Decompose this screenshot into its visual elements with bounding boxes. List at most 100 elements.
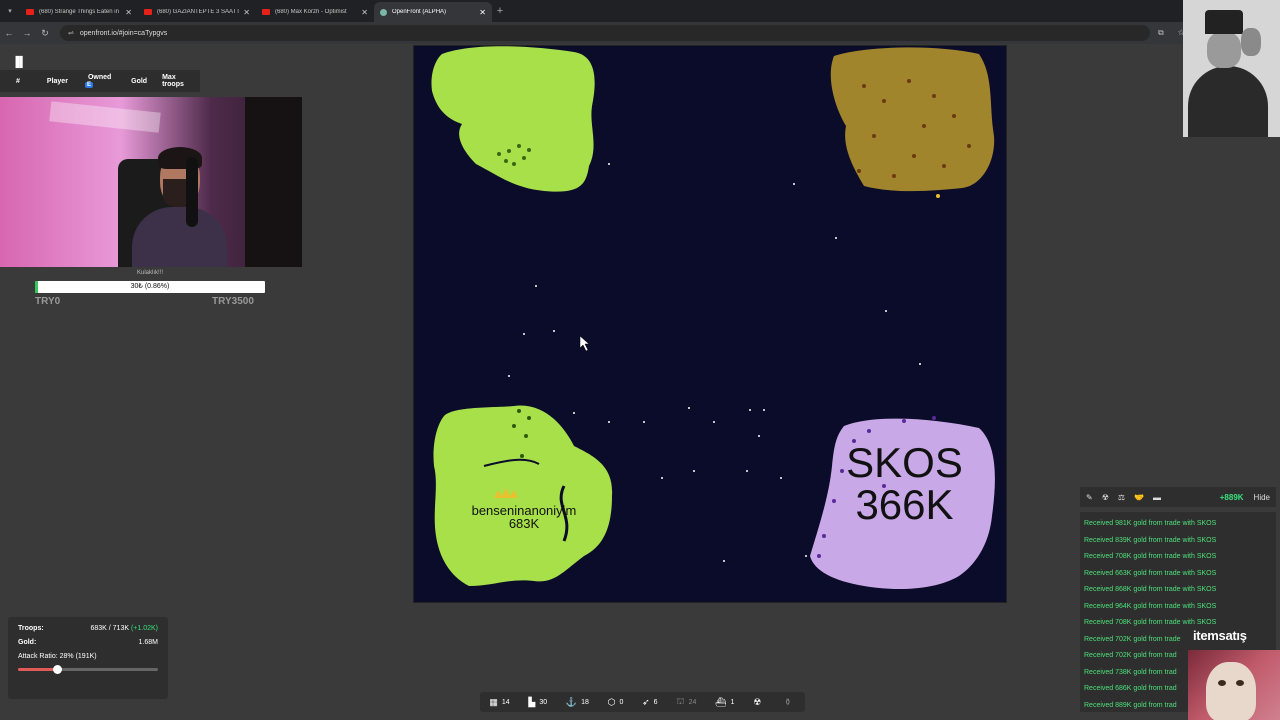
streamer-webcam — [0, 97, 302, 267]
favicon-icon — [262, 9, 270, 15]
alliance-handshake-icon[interactable]: 🤝 — [1134, 493, 1144, 502]
event-message: Received 663K gold from trade with SKOS — [1084, 569, 1217, 577]
close-tab-icon[interactable]: ✕ — [361, 8, 368, 17]
tab-title: OpenFront (ALPHA) — [392, 9, 447, 15]
col-rank[interactable]: # — [0, 78, 25, 85]
leaderboard-toggle-icon[interactable]: ▐▌ — [12, 57, 26, 68]
forward-icon[interactable]: → — [18, 28, 36, 38]
cat-webcam-overlay — [1188, 650, 1280, 720]
col-owned[interactable]: OwnedE — [73, 74, 126, 88]
browser-tab-bar: ▾ (680) Strange Things Eaten in H ✕ (680) … — [0, 0, 1280, 22]
skos-troops-label: 366K — [855, 481, 954, 528]
build-item[interactable]: ▦ 14 — [489, 697, 509, 708]
gold-gain-readout: +889K — [1219, 492, 1244, 502]
sam-icon: ⛫ — [676, 696, 685, 706]
build-count: 30 — [539, 698, 548, 706]
missile-icon: ➶ — [642, 696, 650, 707]
territory-label-player: benseninanoniyim 683K — [434, 504, 614, 530]
build-count: 1 — [730, 698, 735, 706]
build-item[interactable]: ▙ 30 — [528, 697, 547, 708]
tab-title: (680) Max Korzh - Optimist — [275, 9, 347, 15]
event-message: Received 708K gold from trade with SKOS — [1084, 553, 1217, 560]
defense-icon: ⬡ — [607, 696, 616, 707]
tab-title: (680) Strange Things Eaten in H — [39, 9, 122, 15]
events-toolbar: ✎ ☢ ⚖ 🤝 ▬ +889K Hide — [1080, 487, 1276, 507]
build-item[interactable]: ⚓ 18 — [566, 697, 589, 708]
browser-address-bar: ← → ↻ ⇌ openfront.io/#join=caTypgvs ⧉ ☆ — [0, 22, 1280, 44]
build-item[interactable]: ⛴ 1 — [715, 697, 734, 708]
build-count: 6 — [653, 698, 658, 706]
tab-search-icon[interactable]: ▾ — [0, 7, 20, 15]
event-message: Received 868K gold from trade with SKOS — [1084, 586, 1217, 593]
close-tab-icon[interactable]: ✕ — [479, 8, 486, 17]
build-count: 14 — [501, 698, 510, 706]
back-icon[interactable]: ← — [0, 28, 18, 38]
donation-progress-text: 30₺ (0.86%) — [130, 283, 170, 290]
donation-min-label: TRY0 — [35, 296, 61, 307]
browser-tab[interactable]: (680) Max Korzh - Optimist ✕ — [256, 2, 374, 22]
factory-icon: ▙ — [528, 696, 536, 707]
game-map[interactable]: benseninanoniyim 683K SKOS 366K — [413, 45, 1007, 603]
site-info-icon[interactable]: ⇌ — [68, 29, 74, 37]
event-message: Received 981K gold from trade with SKOS — [1084, 520, 1217, 527]
city-icon: ▦ — [489, 696, 498, 707]
warship-icon: ⛴ — [715, 696, 727, 707]
donation-goal-title: Kulaklık!!! — [136, 270, 163, 276]
favicon-icon — [144, 9, 152, 15]
attack-ratio-handle[interactable] — [53, 665, 63, 674]
troops-label: Troops: — [18, 625, 44, 632]
pencil-icon[interactable]: ✎ — [1086, 493, 1093, 502]
col-gold[interactable]: Gold — [126, 78, 152, 85]
col-max-troops[interactable]: Max troops — [152, 74, 200, 88]
territory-label-skos: SKOS 366K — [822, 442, 987, 526]
leaderboard-header: # Player OwnedE Gold Max troops — [0, 70, 200, 92]
browser-tab[interactable]: OpenFront (ALPHA) ✕ — [374, 2, 492, 22]
gold-marker — [936, 194, 940, 198]
portrait-photo-overlay — [1183, 0, 1280, 137]
browser-tab[interactable]: (680) GAZİANTEPTE 3 SAATTE ✕ — [138, 2, 256, 22]
brand-watermark: itemsatış — [1193, 628, 1247, 643]
close-tab-icon[interactable]: ✕ — [125, 8, 132, 17]
nuke-filter-icon[interactable]: ☢ — [1102, 493, 1109, 502]
tab-title: (680) GAZİANTEPTE 3 SAATTE — [157, 9, 240, 15]
gold-row: Gold: 1.68M — [18, 639, 158, 646]
nuke-icon: ☢ — [753, 696, 762, 707]
close-tab-icon[interactable]: ✕ — [243, 8, 250, 17]
silo-icon: ⚱ — [784, 696, 792, 707]
build-item[interactable]: ⬡ 0 — [608, 697, 624, 708]
url-text: openfront.io/#join=caTypgvs — [79, 29, 168, 37]
favicon-icon — [26, 9, 34, 15]
trade-filter-icon[interactable]: ⚖ — [1118, 493, 1125, 502]
hide-events-button[interactable]: Hide — [1254, 493, 1270, 502]
favicon-icon — [380, 8, 387, 16]
chat-icon[interactable]: ▬ — [1153, 493, 1161, 502]
troops-value: 683K / 713K (+1.02K) — [90, 625, 158, 632]
donation-max-label: TRY3500 — [212, 296, 254, 307]
new-tab-button[interactable]: + — [492, 5, 508, 17]
col-player[interactable]: Player — [25, 78, 73, 85]
donation-progress-bar: 30₺ (0.86%) — [35, 281, 265, 293]
build-count: 24 — [688, 698, 697, 706]
build-item[interactable]: ➶ 6 — [642, 697, 657, 708]
event-message: Received 839K gold from trade with SKOS — [1084, 536, 1217, 544]
player-stats-panel: Troops: 683K / 713K (+1.02K) Gold: 1.68M… — [8, 617, 168, 699]
build-item[interactable]: ⚱ — [784, 697, 796, 708]
build-count: 18 — [581, 698, 589, 706]
troops-row: Troops: 683K / 713K (+1.02K) — [18, 625, 158, 632]
reload-icon[interactable]: ↻ — [36, 28, 54, 39]
browser-tab[interactable]: (680) Strange Things Eaten in H ✕ — [20, 2, 138, 22]
url-field[interactable]: ⇌ openfront.io/#join=caTypgvs — [60, 25, 1150, 41]
gold-label: Gold: — [18, 639, 37, 646]
troops-gain: (+1.02K) — [130, 625, 158, 632]
tab-list: (680) Strange Things Eaten in H ✕ (680) GA… — [20, 0, 492, 22]
mouse-cursor — [579, 335, 590, 352]
territory-gold — [830, 47, 995, 192]
gold-value: 1.68M — [138, 639, 158, 646]
attack-ratio-slider[interactable] — [18, 665, 158, 674]
player-troops-label: 683K — [508, 516, 540, 531]
attack-ratio-label: Attack Ratio: 28% (191K) — [18, 653, 97, 660]
build-item[interactable]: ☢ — [753, 697, 765, 708]
skos-name-label: SKOS — [846, 439, 963, 486]
territory-player — [433, 405, 613, 586]
build-item[interactable]: ⛫ 24 — [676, 696, 696, 708]
